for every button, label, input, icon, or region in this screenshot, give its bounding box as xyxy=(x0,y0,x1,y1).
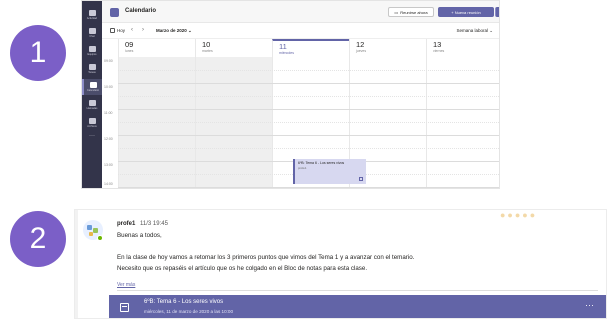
see-more-link[interactable]: Ver más xyxy=(117,282,135,288)
rail-item-files[interactable]: Archivos xyxy=(82,115,102,131)
day-header[interactable]: 09 lunes xyxy=(118,39,195,57)
more-apps-button[interactable]: ··· xyxy=(82,133,102,139)
channel-post: ●●●●● profe1 11/3 19:45 Buenas a todos, … xyxy=(74,209,607,319)
day-header[interactable]: 13 viernes xyxy=(426,39,499,57)
recurrence-icon xyxy=(359,177,363,181)
bell-icon xyxy=(88,10,96,16)
day-name: viernes xyxy=(433,49,445,53)
rail-item-activity[interactable]: Actividad xyxy=(82,7,102,23)
prev-week-button[interactable]: ‹ xyxy=(131,27,133,33)
event-organizer: profe1 xyxy=(298,166,307,170)
half-hour-line xyxy=(118,148,499,149)
half-hour-line xyxy=(118,122,499,123)
today-label: Hoy xyxy=(117,28,126,33)
meeting-title: 6ºB: Tema 6 - Los seres vivos xyxy=(144,299,224,305)
page-title: Calendario xyxy=(125,8,157,14)
meet-now-button[interactable]: ▭ Reunirse ahora xyxy=(388,7,434,17)
calendar-icon xyxy=(120,303,129,312)
new-meeting-dropdown[interactable]: ⌄ xyxy=(495,7,499,17)
post-timestamp: 11/3 19:45 xyxy=(140,221,168,227)
today-icon xyxy=(110,28,115,33)
post-text-line: En la clase de hoy vamos a retomar los 3… xyxy=(117,254,415,261)
video-icon: ▭ xyxy=(394,9,399,15)
app-rail: Actividad Chat Equipos Tareas Calendario… xyxy=(82,1,102,188)
reaction-bar-dots: ●●●●● xyxy=(500,210,538,220)
calendar-grid: 09:00 10:00 11:00 12:00 13:00 14:00 6ºB:… xyxy=(102,57,499,188)
day-header-row: 09 lunes 10 martes 11 miércoles 12 jueve… xyxy=(102,39,499,57)
rail-label: Calendario xyxy=(86,89,100,92)
meeting-date: miércoles, 11 de marzo de 2020 a las 10:… xyxy=(144,309,234,314)
rail-label: Chat xyxy=(89,35,95,38)
divider xyxy=(117,290,598,291)
day-number: 09 xyxy=(125,40,134,49)
rail-label: Archivos xyxy=(87,125,97,128)
post-author[interactable]: profe1 xyxy=(117,221,135,227)
time-label: 10:00 xyxy=(104,85,113,89)
new-meeting-button[interactable]: + Nueva reunión xyxy=(438,7,494,17)
day-name: martes xyxy=(202,49,213,53)
hour-line xyxy=(118,187,499,188)
event-title: 6ºB: Tema 6 - Los seres vivos xyxy=(298,161,345,165)
post-side-bar xyxy=(75,210,78,318)
calendar-header: Calendario ▭ Reunirse ahora + Nueva reun… xyxy=(102,1,499,23)
rail-label: Actividad xyxy=(86,17,98,20)
day-header-today[interactable]: 11 miércoles xyxy=(272,39,349,57)
rail-item-assignments[interactable]: Tareas xyxy=(82,61,102,77)
day-name: jueves xyxy=(356,49,367,53)
day-number: 13 xyxy=(433,40,442,49)
assignments-icon xyxy=(88,64,96,70)
calendar-event[interactable]: 6ºB: Tema 6 - Los seres vivos profe1 xyxy=(293,159,366,184)
avatar-shape xyxy=(89,232,93,236)
day-name: miércoles xyxy=(279,51,294,55)
half-hour-line xyxy=(118,70,499,71)
time-label: 13:00 xyxy=(104,163,113,167)
day-number: 10 xyxy=(202,40,211,49)
avatar-shape xyxy=(93,228,98,233)
avatar-shape xyxy=(87,225,92,230)
step-badge-2: 2 xyxy=(10,211,66,267)
view-picker[interactable]: Semana laboral ⌄ xyxy=(456,28,493,34)
time-label: 14:00 xyxy=(104,182,113,186)
day-number: 11 xyxy=(279,42,287,51)
phone-icon xyxy=(88,100,96,106)
half-hour-line xyxy=(118,96,499,97)
calendar-icon xyxy=(89,82,97,88)
more-options-button[interactable]: ··· xyxy=(585,300,594,310)
calendar-toolbar: Hoy ‹ › Marzo de 2020 ⌄ Semana laboral ⌄ xyxy=(102,23,499,39)
post-header: profe1 11/3 19:45 xyxy=(117,221,168,227)
rail-label: Llamadas xyxy=(86,107,98,110)
today-button[interactable]: Hoy xyxy=(110,28,125,33)
rail-item-teams[interactable]: Equipos xyxy=(82,43,102,59)
files-icon xyxy=(88,118,96,124)
month-picker[interactable]: Marzo de 2020 ⌄ xyxy=(156,28,192,34)
rail-item-calls[interactable]: Llamadas xyxy=(82,97,102,113)
day-name: lunes xyxy=(125,49,134,53)
hour-line xyxy=(118,83,499,84)
rail-item-chat[interactable]: Chat xyxy=(82,25,102,41)
chat-icon xyxy=(88,28,96,34)
teams-calendar-window: Actividad Chat Equipos Tareas Calendario… xyxy=(81,0,500,189)
next-week-button[interactable]: › xyxy=(142,27,144,33)
rail-label: Tareas xyxy=(88,71,96,74)
teams-icon xyxy=(88,46,96,52)
time-label: 09:00 xyxy=(104,59,113,63)
hour-line xyxy=(118,135,499,136)
step-badge-1: 1 xyxy=(10,25,66,81)
post-text-line: Buenas a todos, xyxy=(117,232,162,239)
time-label: 12:00 xyxy=(104,137,113,141)
post-text-line: Necesito que os repaséis el artículo que… xyxy=(117,265,368,272)
screenshot: 1 2 Actividad Chat Equipos Tareas Calend… xyxy=(0,0,611,319)
meeting-card[interactable]: 6ºB: Tema 6 - Los seres vivos miércoles,… xyxy=(109,295,606,318)
day-header[interactable]: 10 martes xyxy=(195,39,272,57)
hour-line xyxy=(118,109,499,110)
rail-item-calendar[interactable]: Calendario xyxy=(82,79,102,95)
time-label: 11:00 xyxy=(104,111,113,115)
calendar-icon xyxy=(110,8,119,17)
rail-label: Equipos xyxy=(87,53,97,56)
presence-available-icon xyxy=(97,235,103,241)
day-number: 12 xyxy=(356,40,365,49)
meet-now-label: Reunirse ahora xyxy=(400,9,428,15)
day-header[interactable]: 12 jueves xyxy=(349,39,426,57)
